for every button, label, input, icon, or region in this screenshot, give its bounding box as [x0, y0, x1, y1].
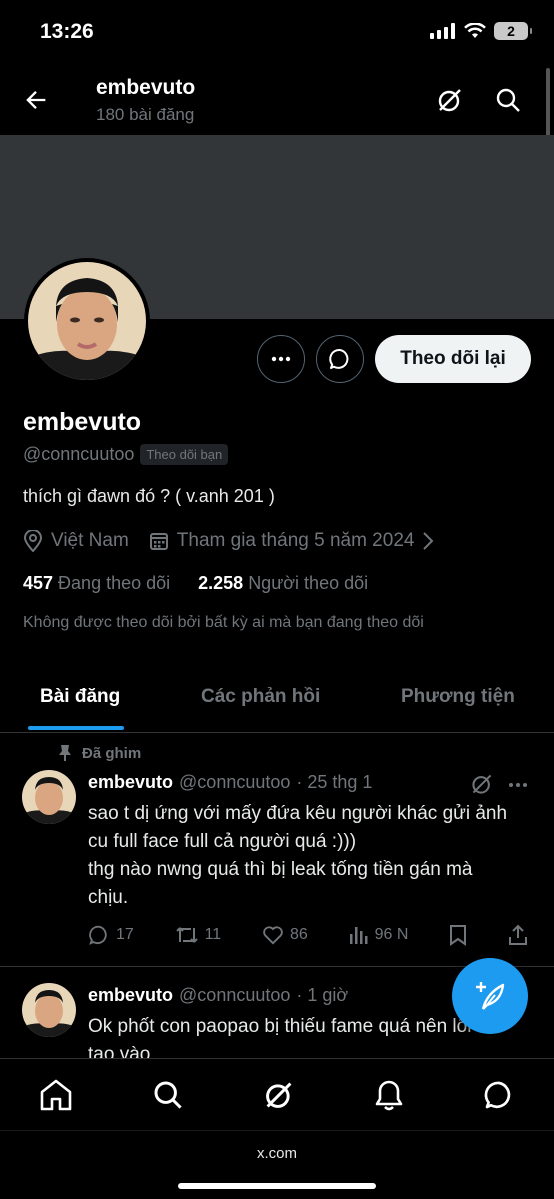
join-date[interactable]: Tham gia tháng 5 năm 2024: [149, 530, 435, 552]
join-date-text: Tham gia tháng 5 năm 2024: [176, 530, 415, 551]
share-icon: [508, 924, 527, 945]
like-button[interactable]: 86: [262, 925, 308, 945]
post-avatar[interactable]: [22, 983, 76, 1037]
search-icon: [496, 88, 520, 112]
like-count: 86: [290, 926, 308, 943]
bookmark-icon: [450, 925, 467, 946]
followers-count: 2.258: [198, 573, 244, 593]
nav-home[interactable]: [39, 1079, 73, 1111]
following-count: 457: [23, 573, 54, 593]
search-icon: [154, 1081, 182, 1109]
tab-media[interactable]: Phương tiện: [401, 686, 515, 708]
share-button[interactable]: [508, 924, 528, 946]
followers-stat[interactable]: 2.258 Người theo dõi: [198, 573, 368, 594]
message-bubble-icon: [329, 348, 349, 369]
chevron-right-icon: [423, 532, 434, 550]
back-arrow-icon: [26, 91, 46, 109]
repost-button[interactable]: 11: [175, 924, 222, 946]
more-icon: [509, 783, 527, 787]
reply-count: 17: [116, 926, 134, 943]
post-actions: 17 11 86 96 N: [88, 924, 528, 946]
post-text: sao t dị ứng với mấy đứa kêu người khác …: [88, 803, 508, 908]
pin-icon: [59, 745, 71, 761]
following-label: Đang theo dõi: [58, 573, 171, 593]
post-grok-button[interactable]: [470, 772, 494, 796]
battery-indicator: 2: [494, 22, 532, 40]
profile-display-name: embevuto: [23, 408, 142, 436]
header-post-count: 180 bài đăng: [96, 105, 195, 124]
post-time[interactable]: · 25 thg 1: [296, 772, 372, 793]
follow-stats: 457 Đang theo dõi 2.258 Người theo dõi: [23, 573, 368, 594]
home-indicator[interactable]: [178, 1183, 376, 1189]
post-author-name[interactable]: embevuto: [88, 985, 173, 1006]
nav-messages[interactable]: [483, 1079, 515, 1111]
grok-icon: [472, 774, 492, 794]
location-text: Việt Nam: [51, 530, 129, 551]
post-time[interactable]: · 1 giờ: [296, 985, 348, 1006]
notifications-icon: [375, 1080, 403, 1110]
calendar-icon: [149, 533, 168, 550]
bookmark-button[interactable]: [449, 924, 467, 946]
post-header: embevuto @conncuutoo · 1 giờ: [88, 985, 348, 1006]
nav-notifications[interactable]: [374, 1079, 404, 1111]
wifi-icon: [464, 23, 486, 38]
post-more-button[interactable]: [508, 782, 528, 788]
pinned-label: Đã ghim: [58, 744, 141, 762]
header-title: embevuto: [96, 76, 196, 99]
avatar-image: [28, 262, 146, 380]
message-button[interactable]: [316, 335, 364, 383]
compose-button[interactable]: [452, 958, 528, 1034]
status-time: 13:26: [40, 20, 94, 43]
post-author-handle[interactable]: @conncuutoo: [179, 985, 290, 1006]
views-button[interactable]: 96 N: [349, 925, 409, 945]
more-icon: [271, 356, 291, 362]
active-tab-indicator: [28, 726, 124, 730]
profile-avatar[interactable]: [24, 258, 150, 384]
views-icon: [349, 927, 368, 944]
post-header: embevuto @conncuutoo · 25 thg 1: [88, 772, 372, 793]
tab-posts[interactable]: Bài đăng: [40, 686, 120, 708]
tabs-divider: [0, 732, 554, 733]
following-stat[interactable]: 457 Đang theo dõi: [23, 573, 170, 594]
grok-icon: [266, 1082, 292, 1108]
follows-you-badge: Theo dõi bạn: [140, 444, 229, 465]
repost-icon: [175, 927, 198, 943]
profile-bio: thích gì đawn đó ? ( v.anh 201 ): [23, 486, 275, 506]
url-text: x.com: [256, 1145, 297, 1162]
heart-icon: [263, 926, 283, 945]
grok-button[interactable]: [436, 86, 464, 114]
profile-handle: @conncuutoo: [23, 444, 135, 464]
compose-feather-icon: [476, 982, 505, 1010]
status-icons: 2: [430, 22, 532, 40]
signal-icon: [430, 23, 455, 39]
more-options-button[interactable]: [257, 335, 305, 383]
nav-search[interactable]: [152, 1079, 184, 1111]
post-author-name[interactable]: embevuto: [88, 772, 173, 793]
reply-button[interactable]: 17: [88, 924, 134, 946]
location-icon: [23, 530, 43, 552]
location: Việt Nam: [23, 530, 129, 552]
reply-icon: [89, 925, 107, 945]
pinned-text: Đã ghim: [82, 744, 142, 762]
bottom-navigation: [0, 1058, 554, 1130]
post-author-handle[interactable]: @conncuutoo: [179, 772, 290, 793]
not-followed-note: Không được theo dõi bởi bất kỳ ai mà bạn…: [23, 614, 424, 631]
follow-back-button[interactable]: Theo dõi lại: [375, 335, 531, 383]
tab-replies[interactable]: Các phản hồi: [201, 686, 320, 708]
home-icon: [41, 1079, 72, 1110]
followers-label: Người theo dõi: [248, 573, 369, 593]
profile-meta: Việt Nam Tham gia tháng 5 năm 2024: [23, 530, 434, 552]
back-button[interactable]: [22, 86, 50, 114]
handle-row: @conncuutoo Theo dõi bạn: [23, 444, 229, 465]
nav-grok[interactable]: [263, 1079, 295, 1111]
messages-icon: [484, 1081, 510, 1108]
grok-icon: [438, 89, 461, 112]
views-count: 96 N: [374, 926, 409, 943]
post-avatar[interactable]: [22, 770, 76, 824]
repost-count: 11: [204, 926, 222, 943]
search-button[interactable]: [494, 86, 522, 114]
